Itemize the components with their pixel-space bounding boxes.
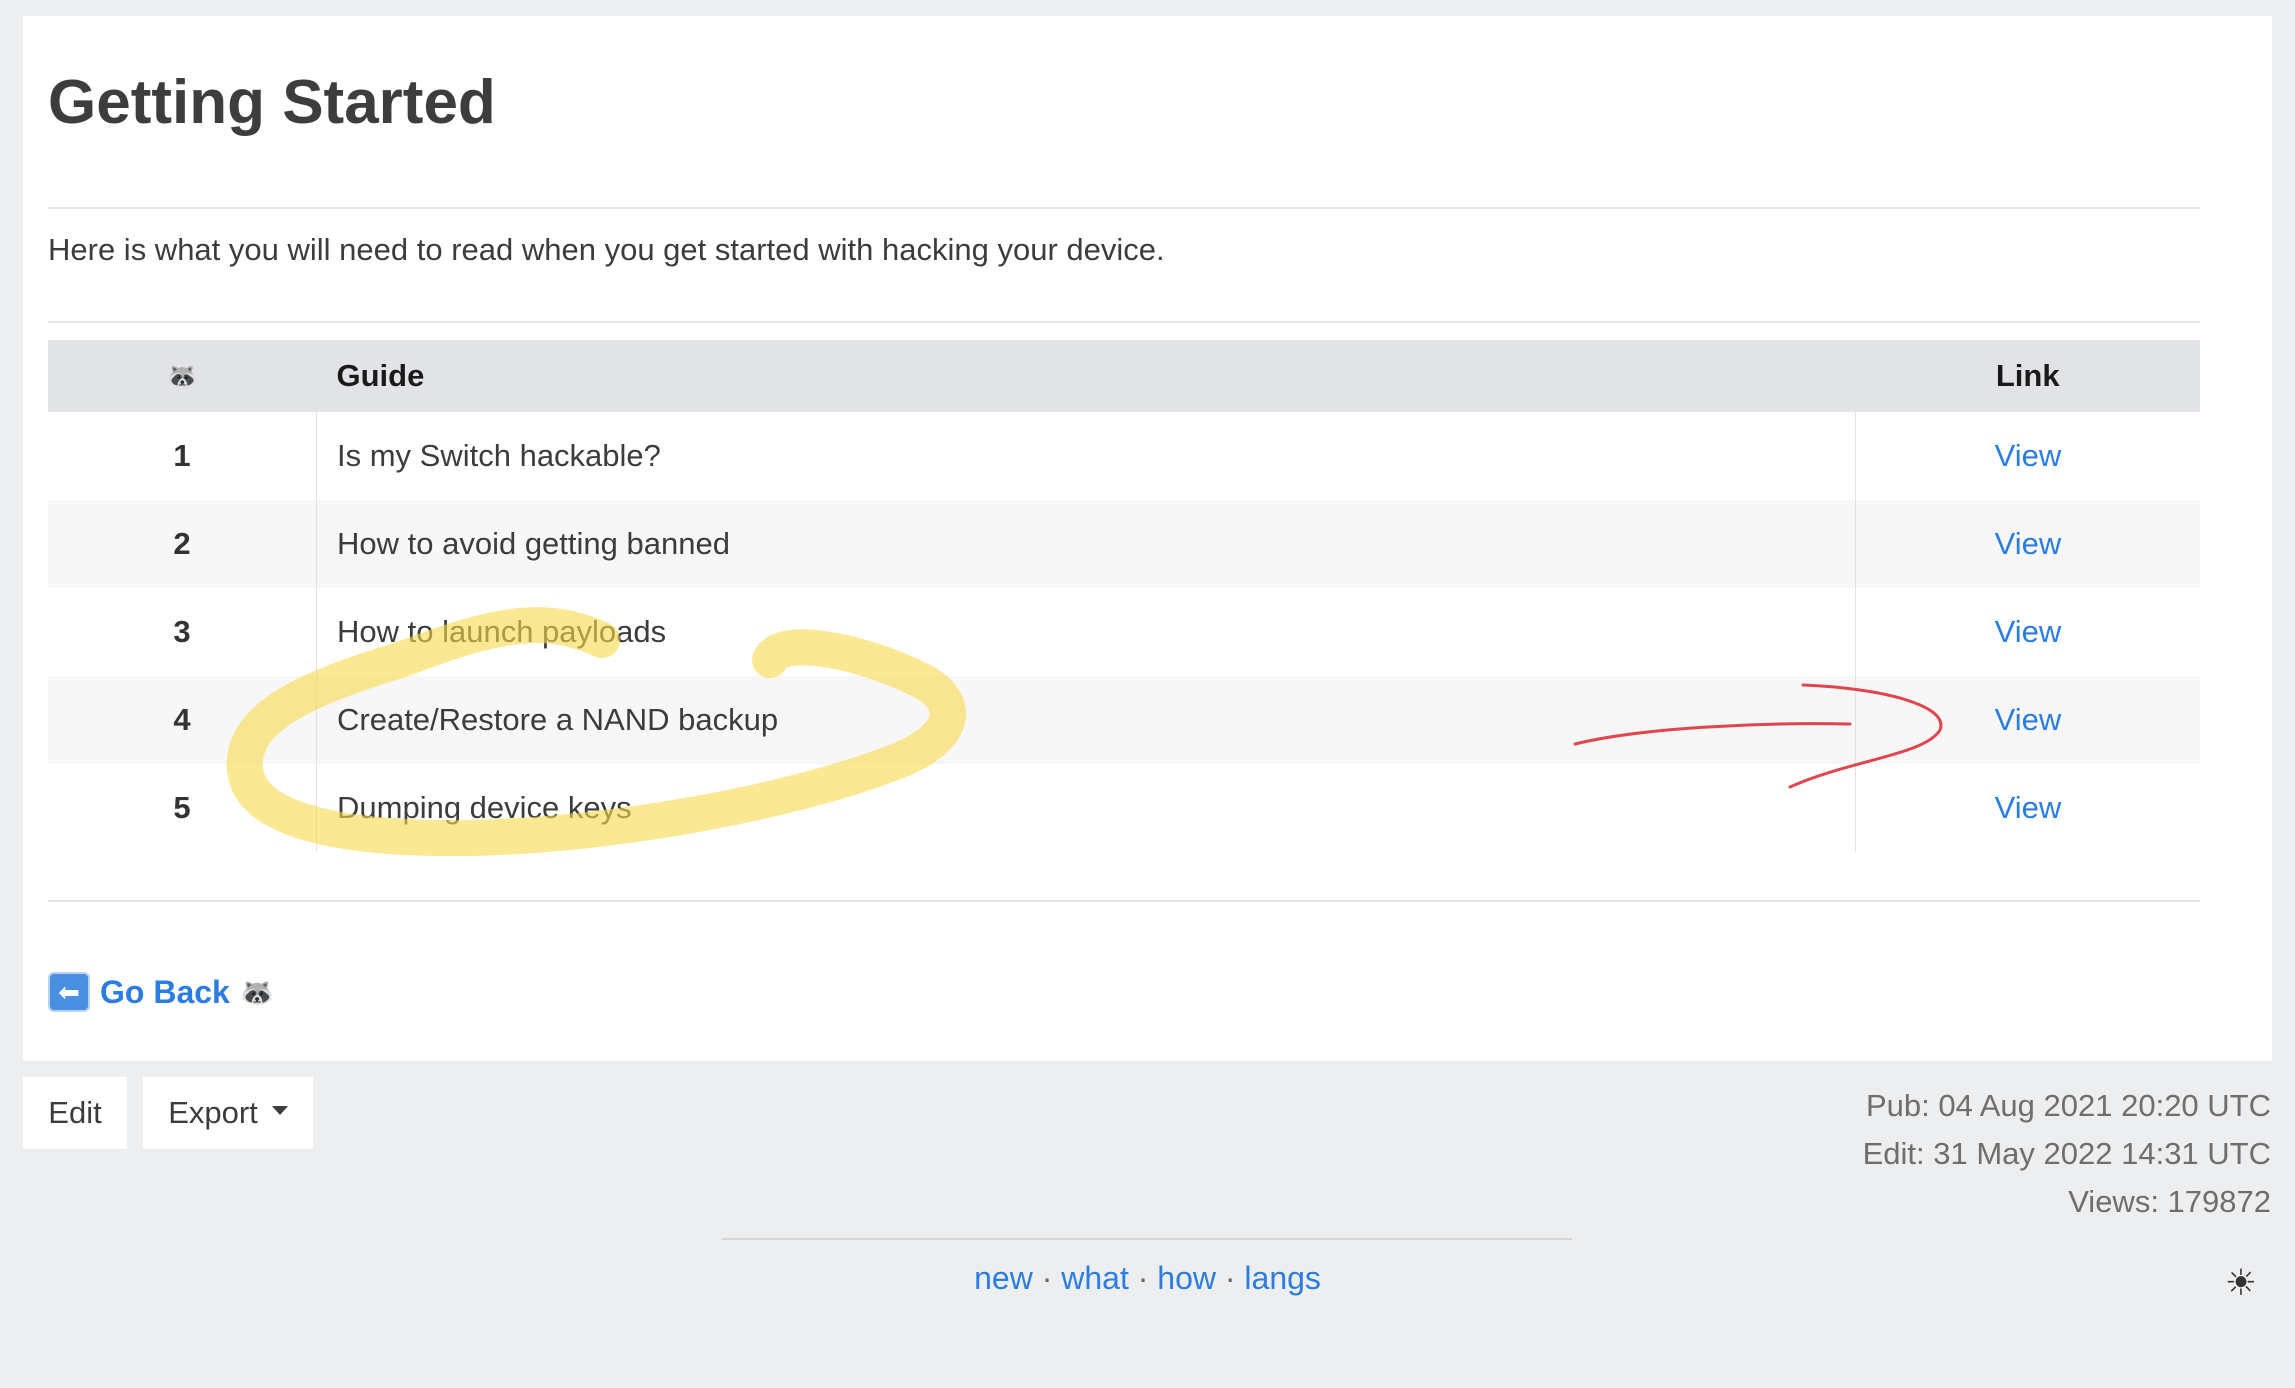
- table-row: 4 Create/Restore a NAND backup View: [48, 676, 2200, 764]
- title-divider: [48, 207, 2200, 209]
- guide-title: How to launch payloads: [337, 614, 667, 649]
- table-divider: [48, 900, 2200, 902]
- raccoon-icon: 🦝: [239, 976, 275, 1008]
- raccoon-icon: 🦝: [48, 340, 317, 412]
- footer-separator: ·: [1041, 1260, 1053, 1296]
- guides-table: 🦝 Guide Link 1 Is my Switch hackable? Vi…: [48, 340, 2200, 852]
- view-count: Views: 179872: [2068, 1184, 2271, 1219]
- row-number: 3: [48, 588, 317, 676]
- footer-divider: [722, 1238, 1572, 1240]
- footer-link-how[interactable]: how: [1157, 1260, 1216, 1296]
- view-link[interactable]: View: [1995, 702, 2062, 737]
- edited-date: Edit: 31 May 2022 14:31 UTC: [1862, 1136, 2271, 1171]
- guide-title: Is my Switch hackable?: [337, 438, 661, 473]
- row-number: 5: [48, 764, 317, 852]
- sun-icon[interactable]: ☀: [2225, 1262, 2257, 1304]
- footer-link-new[interactable]: new: [974, 1260, 1033, 1296]
- view-link[interactable]: View: [1995, 438, 2062, 473]
- footer-separator: ·: [1224, 1260, 1236, 1296]
- page-title: Getting Started: [48, 68, 496, 137]
- published-date: Pub: 04 Aug 2021 20:20 UTC: [1865, 1088, 2271, 1123]
- view-link[interactable]: View: [1995, 790, 2062, 825]
- footer-link-langs[interactable]: langs: [1244, 1260, 1321, 1296]
- edit-button-label: Edit: [48, 1095, 102, 1130]
- row-number: 1: [48, 412, 317, 500]
- guide-title: Dumping device keys: [337, 790, 632, 825]
- intro-text: Here is what you will need to read when …: [48, 232, 1165, 267]
- footer-link-what[interactable]: what: [1061, 1260, 1129, 1296]
- footer-nav: new · what · how · langs: [0, 1260, 2295, 1297]
- column-header-guide: Guide: [316, 340, 1856, 412]
- view-link[interactable]: View: [1995, 614, 2062, 649]
- table-row: 2 How to avoid getting banned View: [48, 500, 2200, 588]
- edit-button[interactable]: Edit: [23, 1077, 127, 1149]
- row-number: 2: [48, 500, 317, 588]
- export-button-label: Export: [168, 1095, 258, 1130]
- view-link[interactable]: View: [1995, 526, 2062, 561]
- go-back-link[interactable]: Go Back: [100, 974, 230, 1011]
- row-number: 4: [48, 676, 317, 764]
- table-row: 3 How to launch payloads View: [48, 588, 2200, 676]
- table-header-row: 🦝 Guide Link: [48, 340, 2200, 412]
- go-back-link-group[interactable]: ⬅ Go Back 🦝: [48, 972, 275, 1012]
- page-metadata: Pub: 04 Aug 2021 20:20 UTC Edit: 31 May …: [1863, 1082, 2271, 1226]
- table-row: 5 Dumping device keys View: [48, 764, 2200, 852]
- left-arrow-icon: ⬅: [48, 972, 90, 1012]
- guide-title: How to avoid getting banned: [316, 500, 1856, 588]
- caret-down-icon: [271, 1105, 288, 1115]
- column-header-link: Link: [1855, 340, 2200, 412]
- footer-separator: ·: [1137, 1260, 1149, 1296]
- intro-divider: [48, 321, 2200, 323]
- guide-title: Create/Restore a NAND backup: [316, 676, 1856, 764]
- export-dropdown-button[interactable]: Export: [143, 1077, 313, 1149]
- table-row: 1 Is my Switch hackable? View: [48, 412, 2200, 500]
